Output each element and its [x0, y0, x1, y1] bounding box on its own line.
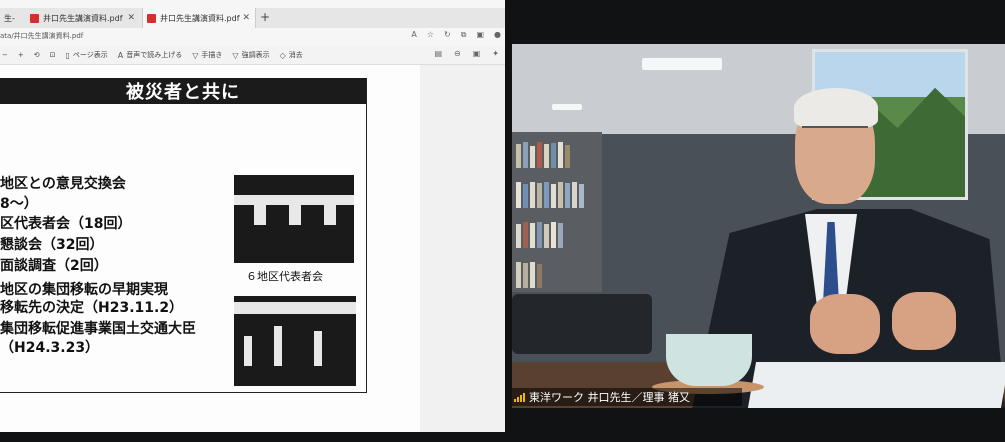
- read-aloud-icon[interactable]: A: [411, 30, 416, 40]
- eraser-icon: ◇: [279, 50, 286, 60]
- pdf-icon: [147, 13, 156, 23]
- pdf-icon: [30, 13, 39, 23]
- tab-label: 井口先生講演資料.pdf: [160, 13, 240, 23]
- refresh-icon[interactable]: ↻: [444, 30, 451, 40]
- slide-line: 懇談会（32回）: [0, 237, 104, 253]
- tab-label: 生-: [4, 13, 15, 23]
- fit-page-icon[interactable]: ⊡: [50, 51, 56, 59]
- address-text: ata/井口先生講演資料.pdf: [0, 32, 84, 40]
- new-tab-button[interactable]: +: [260, 10, 270, 24]
- slide-line: （H24.3.23）: [0, 340, 100, 356]
- tab-strip: 生- 井口先生講演資料.pdf ✕ 井口先生講演資料.pdf ✕ +: [0, 8, 505, 28]
- collections-icon[interactable]: ▣: [476, 30, 484, 40]
- pen-icon: ▽: [192, 50, 199, 60]
- highlight-button[interactable]: ▽ 強調表示: [232, 50, 269, 60]
- participant-name-bar: 東洋ワーク 井口先生／理事 猪又: [512, 388, 742, 406]
- video-feed: [512, 44, 1005, 408]
- speaker-icon: A: [117, 50, 124, 60]
- erase-label: 消去: [288, 51, 303, 59]
- slide-line: 8～）: [0, 196, 38, 212]
- slide-line: 地区の集団移転の早期実現: [0, 282, 168, 298]
- slide-line: 面談調査（2回）: [0, 258, 108, 274]
- address-icons: A ☆ ↻ ⧉ ▣ ●: [411, 30, 501, 40]
- print-icon[interactable]: ▤: [434, 49, 442, 58]
- pdf-viewer-window: 生- 井口先生講演資料.pdf ✕ 井口先生講演資料.pdf ✕ + ata/井…: [0, 0, 505, 432]
- tab-3[interactable]: 井口先生講演資料.pdf ✕: [142, 8, 256, 28]
- profile-icon[interactable]: ●: [494, 30, 501, 40]
- draw-button[interactable]: ▽ 手描き: [192, 50, 222, 60]
- participant-name: 東洋ワーク 井口先生／理事 猪又: [529, 391, 690, 404]
- bookshelf: [512, 132, 602, 292]
- book-icon: ▯: [65, 50, 70, 60]
- tab-1[interactable]: 生-: [0, 8, 24, 28]
- meeting-photo-2: [234, 296, 356, 386]
- sofa: [512, 294, 652, 354]
- slide-line: 移転先の決定（H23.11.2）: [0, 300, 184, 316]
- signal-strength-icon: [514, 392, 525, 402]
- slide-line: 地区との意見交換会: [0, 176, 126, 192]
- plus-icon[interactable]: +: [18, 51, 24, 59]
- slide-line: 区代表者会（18回）: [0, 216, 132, 232]
- highlight-label: 強調表示: [241, 51, 270, 59]
- save-as-icon[interactable]: ▣: [473, 49, 481, 58]
- speaker-glasses: [802, 126, 868, 142]
- speaker-hand: [892, 292, 956, 350]
- slide-title: 被災者と共に: [0, 78, 366, 104]
- read-aloud-label: 音声で読み上げる: [126, 51, 183, 59]
- slide-line: 集団移転促進事業国土交通大臣: [0, 321, 196, 337]
- favorite-icon[interactable]: ☆: [427, 30, 434, 40]
- speaker-hand: [810, 294, 880, 354]
- teacup: [666, 334, 752, 386]
- save-icon[interactable]: ⊖: [454, 49, 461, 58]
- erase-button[interactable]: ◇ 消去: [280, 50, 303, 60]
- draw-label: 手描き: [201, 51, 223, 59]
- tab-label: 井口先生講演資料.pdf: [43, 13, 123, 23]
- highlighter-icon: ▽: [232, 50, 239, 60]
- extensions-icon[interactable]: ⧉: [461, 30, 467, 40]
- photo-caption: ６地区代表者会: [246, 270, 323, 283]
- close-icon[interactable]: ✕: [242, 13, 250, 23]
- minus-icon[interactable]: −: [2, 51, 8, 59]
- pdf-toolbar: − + ⟲ ⊡ ▯ ページ表示 A 音声で読み上げる ▽ 手描き ▽ 強調表示 ◇ 消去 …: [0, 46, 505, 65]
- meeting-photo-1: [234, 175, 354, 263]
- address-bar[interactable]: ata/井口先生講演資料.pdf A ☆ ↻ ⧉ ▣ ●: [0, 28, 505, 44]
- page-view-button[interactable]: ▯ ページ表示: [66, 50, 108, 60]
- pin-icon[interactable]: ✦: [492, 49, 499, 58]
- page-view-label: ページ表示: [72, 51, 108, 59]
- toolbar-right-icons: ▤ ⊖ ▣ ✦: [434, 49, 499, 58]
- read-aloud-button[interactable]: A 音声で読み上げる: [118, 50, 182, 60]
- rotate-icon[interactable]: ⟲: [34, 51, 40, 59]
- speaker-hair: [794, 88, 878, 128]
- close-icon[interactable]: ✕: [127, 13, 135, 23]
- papers: [747, 362, 1005, 408]
- document-margin: [420, 65, 505, 432]
- tab-2[interactable]: 井口先生講演資料.pdf ✕: [26, 8, 140, 28]
